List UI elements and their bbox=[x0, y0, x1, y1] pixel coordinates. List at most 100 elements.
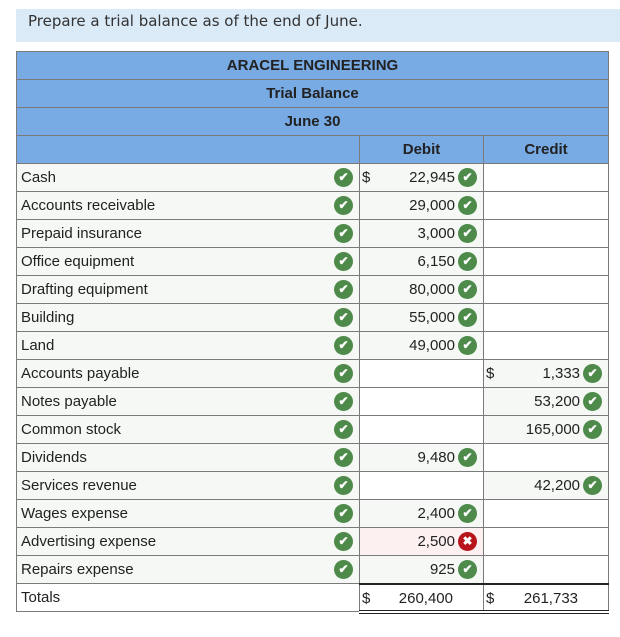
credit-amount-input[interactable]: 165,000 ✔ bbox=[482, 415, 610, 444]
debit-amount-input[interactable]: 29,000 ✔ bbox=[359, 191, 484, 220]
debit-amount-input[interactable]: 49,000 ✔ bbox=[359, 331, 484, 360]
table-row: Notes payable ✔ 53,200 ✔ bbox=[16, 387, 610, 416]
credit-amount-input[interactable] bbox=[482, 499, 610, 528]
credit-amount-input[interactable] bbox=[482, 303, 610, 332]
debit-amount-input[interactable]: $22,945 ✔ bbox=[359, 163, 484, 192]
correct-check-icon: ✔ bbox=[334, 392, 353, 411]
account-name-select[interactable]: Services revenue ✔ bbox=[16, 471, 360, 500]
debit-amount-value: 2,400 bbox=[417, 505, 455, 522]
account-name-select[interactable]: Repairs expense ✔ bbox=[16, 555, 360, 584]
correct-check-icon: ✔ bbox=[334, 168, 353, 187]
table-row: Wages expense ✔ 2,400 ✔ bbox=[16, 499, 610, 528]
debit-amount-value: 49,000 bbox=[409, 337, 455, 354]
account-name: Advertising expense bbox=[21, 533, 157, 550]
credit-column-header: Credit bbox=[482, 135, 610, 164]
debit-amount-input[interactable]: 925 ✔ bbox=[359, 555, 484, 584]
total-credit: $261,733 bbox=[482, 582, 610, 614]
debit-amount-input[interactable]: 3,000 ✔ bbox=[359, 219, 484, 248]
credit-amount-input[interactable] bbox=[482, 163, 610, 192]
credit-amount-input[interactable] bbox=[482, 275, 610, 304]
account-name-select[interactable]: Common stock ✔ bbox=[16, 415, 360, 444]
account-name: Building bbox=[21, 309, 75, 326]
correct-check-icon: ✔ bbox=[458, 504, 477, 523]
debit-amount-input[interactable]: 2,500 ✖ bbox=[359, 527, 484, 556]
correct-check-icon: ✔ bbox=[334, 224, 353, 243]
total-debit-value: 260,400 bbox=[398, 589, 453, 607]
debit-amount-input[interactable]: 55,000 ✔ bbox=[359, 303, 484, 332]
table-row: Land ✔ 49,000 ✔ bbox=[16, 331, 610, 360]
correct-check-icon: ✔ bbox=[334, 476, 353, 495]
correct-check-icon: ✔ bbox=[334, 280, 353, 299]
account-name-select[interactable]: Prepaid insurance ✔ bbox=[16, 219, 360, 248]
total-debit: $260,400 bbox=[359, 582, 484, 614]
correct-check-icon: ✔ bbox=[334, 336, 353, 355]
correct-check-icon: ✔ bbox=[458, 252, 477, 271]
account-name: Accounts payable bbox=[21, 365, 140, 382]
table-row: Services revenue ✔ 42,200 ✔ bbox=[16, 471, 610, 500]
correct-check-icon: ✔ bbox=[583, 420, 603, 439]
account-name: Prepaid insurance bbox=[21, 225, 142, 242]
correct-check-icon: ✔ bbox=[583, 476, 603, 495]
debit-amount-value: 9,480 bbox=[417, 449, 455, 466]
account-name-select[interactable]: Office equipment ✔ bbox=[16, 247, 360, 276]
credit-amount-input[interactable] bbox=[482, 555, 610, 584]
table-row: Building ✔ 55,000 ✔ bbox=[16, 303, 610, 332]
account-name-select[interactable]: Accounts receivable ✔ bbox=[16, 191, 360, 220]
correct-check-icon: ✔ bbox=[334, 364, 353, 383]
debit-amount-input[interactable]: 80,000 ✔ bbox=[359, 275, 484, 304]
debit-column-header: Debit bbox=[359, 135, 484, 164]
account-name-select[interactable]: Dividends ✔ bbox=[16, 443, 360, 472]
total-credit-value: 261,733 bbox=[523, 589, 579, 607]
table-row: Repairs expense ✔ 925 ✔ bbox=[16, 555, 610, 584]
account-name-select[interactable]: Drafting equipment ✔ bbox=[16, 275, 360, 304]
correct-check-icon: ✔ bbox=[334, 252, 353, 271]
correct-check-icon: ✔ bbox=[458, 336, 477, 355]
debit-amount-input[interactable]: 2,400 ✔ bbox=[359, 499, 484, 528]
account-name-select[interactable]: Advertising expense ✔ bbox=[16, 527, 360, 556]
debit-amount-value: 6,150 bbox=[417, 253, 455, 270]
account-name-select[interactable]: Cash ✔ bbox=[16, 163, 360, 192]
correct-check-icon: ✔ bbox=[334, 448, 353, 467]
debit-amount-value: 22,945 bbox=[409, 169, 455, 186]
account-name: Notes payable bbox=[21, 393, 117, 410]
credit-amount-value: 42,200 bbox=[534, 477, 581, 494]
debit-amount-input[interactable] bbox=[359, 387, 484, 416]
table-row: Cash ✔ $22,945 ✔ bbox=[16, 163, 610, 192]
account-name: Drafting equipment bbox=[21, 281, 148, 298]
account-name: Land bbox=[21, 337, 55, 354]
table-row: Accounts receivable ✔ 29,000 ✔ bbox=[16, 191, 610, 220]
credit-amount-input[interactable] bbox=[482, 527, 610, 556]
credit-amount-input[interactable] bbox=[482, 331, 610, 360]
credit-amount-value: 1,333 bbox=[542, 365, 581, 382]
credit-amount-input[interactable] bbox=[482, 191, 610, 220]
debit-amount-value: 80,000 bbox=[409, 281, 455, 298]
company-name: ARACEL ENGINEERING bbox=[15, 51, 610, 80]
debit-amount-value: 925 bbox=[429, 561, 455, 578]
currency-symbol: $ bbox=[362, 589, 371, 607]
credit-amount-input[interactable] bbox=[482, 247, 610, 276]
debit-amount-input[interactable] bbox=[359, 359, 484, 388]
credit-amount-input[interactable]: 53,200 ✔ bbox=[482, 387, 610, 416]
debit-amount-input[interactable]: 9,480 ✔ bbox=[359, 443, 484, 472]
table-row: Accounts payable ✔ $1,333 ✔ bbox=[16, 359, 610, 388]
account-name-select[interactable]: Land ✔ bbox=[16, 331, 360, 360]
table-row: Drafting equipment ✔ 80,000 ✔ bbox=[16, 275, 610, 304]
debit-amount-input[interactable] bbox=[359, 415, 484, 444]
account-name-select[interactable]: Accounts payable ✔ bbox=[16, 359, 360, 388]
credit-amount-input[interactable] bbox=[482, 219, 610, 248]
credit-amount-input[interactable]: 42,200 ✔ bbox=[482, 471, 610, 500]
account-name-select[interactable]: Building ✔ bbox=[16, 303, 360, 332]
correct-check-icon: ✔ bbox=[334, 420, 353, 439]
account-name: Common stock bbox=[21, 421, 122, 438]
account-name: Repairs expense bbox=[21, 561, 134, 578]
table-row: Office equipment ✔ 6,150 ✔ bbox=[16, 247, 610, 276]
correct-check-icon: ✔ bbox=[458, 168, 477, 187]
account-name-select[interactable]: Wages expense ✔ bbox=[16, 499, 360, 528]
totals-row: Totals $260,400 $261,733 bbox=[16, 582, 610, 614]
credit-amount-input[interactable]: $1,333 ✔ bbox=[482, 359, 610, 388]
currency-symbol: $ bbox=[486, 365, 495, 382]
debit-amount-input[interactable] bbox=[359, 471, 484, 500]
debit-amount-input[interactable]: 6,150 ✔ bbox=[359, 247, 484, 276]
credit-amount-input[interactable] bbox=[482, 443, 610, 472]
account-name-select[interactable]: Notes payable ✔ bbox=[16, 387, 360, 416]
